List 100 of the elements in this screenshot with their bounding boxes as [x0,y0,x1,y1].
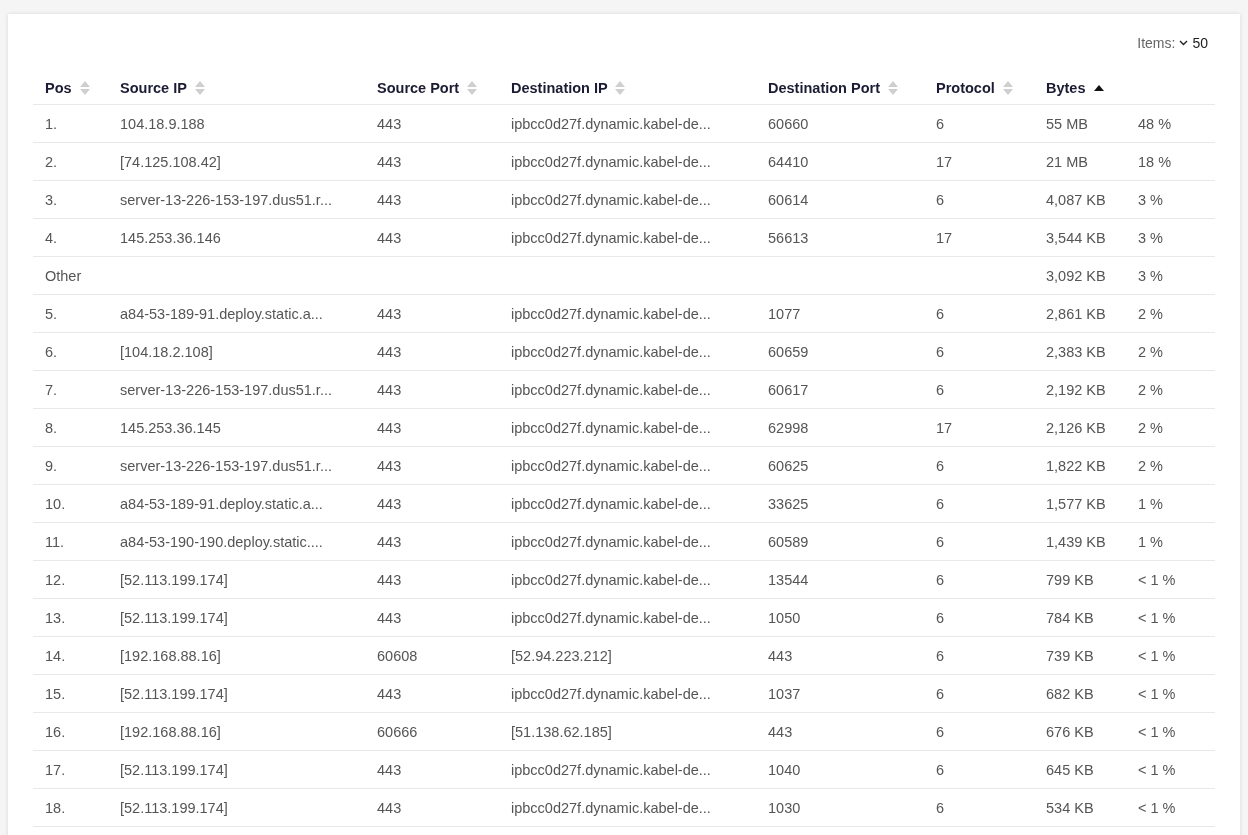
destination-port-cell: 56613 [756,218,924,257]
bytes-cell: 682 KB [1034,674,1126,713]
source-port-cell: 443 [365,104,499,143]
protocol-cell: 6 [924,446,1034,485]
column-header[interactable]: Protocol [924,72,1034,105]
position-cell: 9. [33,446,108,485]
source-ip-cell: a84-53-189-91.deploy.static.a... [108,484,365,523]
source-port-cell: 443 [365,218,499,257]
protocol-cell: 17 [924,142,1034,181]
source-port-cell: 443 [365,370,499,409]
column-header[interactable]: Source Port [365,72,499,105]
destination-ip-cell: ipbcc0d27f.dynamic.kabel-de... [499,218,756,257]
source-port-cell: 443 [365,598,499,637]
destination-ip-cell: ipbcc0d27f.dynamic.kabel-de... [499,142,756,181]
source-port-cell: 60666 [365,712,499,751]
position-cell: 10. [33,484,108,523]
bytes-cell: 1,577 KB [1034,484,1126,523]
column-header[interactable]: Pos [33,72,108,105]
bytes-cell: 1,822 KB [1034,446,1126,485]
destination-port-cell: 60660 [756,104,924,143]
position-cell: 16. [33,712,108,751]
protocol-cell: 6 [924,712,1034,751]
source-ip-cell: [192.168.88.16] [108,636,365,675]
share-cell: < 1 % [1126,750,1215,789]
source-ip-cell: a84-53-189-91.deploy.static.a... [108,294,365,333]
items-dropdown[interactable]: 50 [1179,35,1208,51]
protocol-cell: 6 [924,332,1034,371]
column-header[interactable]: Destination Port [756,72,924,105]
source-port-cell: 443 [365,522,499,561]
destination-port-cell: 33625 [756,484,924,523]
source-port-cell: 443 [365,788,499,827]
protocol-cell: 6 [924,370,1034,409]
protocol-cell: 6 [924,636,1034,675]
destination-port-cell: 60659 [756,332,924,371]
destination-ip-cell: ipbcc0d27f.dynamic.kabel-de... [499,674,756,713]
items-label: Items: [1137,35,1176,51]
destination-port-cell: 1050 [756,598,924,637]
source-port-cell: 443 [365,408,499,447]
share-cell: 2 % [1126,408,1215,447]
share-cell: 2 % [1126,332,1215,371]
destination-port-cell: 60614 [756,180,924,219]
destination-ip-cell: ipbcc0d27f.dynamic.kabel-de... [499,484,756,523]
source-ip-cell: [52.113.199.174] [108,598,365,637]
share-cell: 18 % [1126,142,1215,181]
share-cell: < 1 % [1126,712,1215,751]
share-cell: 2 % [1126,370,1215,409]
protocol-cell: 17 [924,408,1034,447]
bytes-cell: 3,092 KB [1034,256,1126,295]
position-cell: 15. [33,674,108,713]
column-header[interactable]: Destination IP [499,72,756,105]
destination-port-cell: 60589 [756,522,924,561]
protocol-cell: 6 [924,598,1034,637]
destination-ip-cell: ipbcc0d27f.dynamic.kabel-de... [499,332,756,371]
bytes-cell: 3,544 KB [1034,218,1126,257]
destination-ip-cell: [51.138.62.185] [499,712,756,751]
position-cell: 13. [33,598,108,637]
position-cell: 14. [33,636,108,675]
destination-port-cell: 443 [756,636,924,675]
position-cell: 11. [33,522,108,561]
destination-port-cell: 1030 [756,788,924,827]
bytes-cell: 2,383 KB [1034,332,1126,371]
destination-ip-cell: ipbcc0d27f.dynamic.kabel-de... [499,788,756,827]
bytes-cell: 534 KB [1034,788,1126,827]
bytes-cell: 676 KB [1034,712,1126,751]
destination-port-cell: 60617 [756,370,924,409]
column-header[interactable]: Source IP [108,72,365,105]
position-cell: 5. [33,294,108,333]
bytes-cell: 4,087 KB [1034,180,1126,219]
source-ip-cell: 145.253.36.145 [108,408,365,447]
protocol-cell: 17 [924,218,1034,257]
bytes-cell: 1,439 KB [1034,522,1126,561]
position-cell: 4. [33,218,108,257]
destination-port-cell: 443 [756,712,924,751]
position-cell: 6. [33,332,108,371]
destination-ip-cell: ipbcc0d27f.dynamic.kabel-de... [499,294,756,333]
share-cell: < 1 % [1126,598,1215,637]
share-cell: 3 % [1126,180,1215,219]
destination-port-cell: 62998 [756,408,924,447]
position-cell: 12. [33,560,108,599]
share-cell: 2 % [1126,294,1215,333]
source-ip-cell: [52.113.199.174] [108,560,365,599]
source-port-cell: 443 [365,484,499,523]
share-cell: 1 % [1126,484,1215,523]
source-ip-cell: [52.113.199.174] [108,750,365,789]
protocol-cell: 6 [924,560,1034,599]
share-cell: < 1 % [1126,674,1215,713]
bytes-cell: 2,861 KB [1034,294,1126,333]
share-cell: 1 % [1126,522,1215,561]
source-port-cell: 443 [365,180,499,219]
source-port-cell: 443 [365,560,499,599]
share-cell: < 1 % [1126,636,1215,675]
bytes-cell: 2,126 KB [1034,408,1126,447]
source-ip-cell: a84-53-190-190.deploy.static.... [108,522,365,561]
destination-ip-cell: ipbcc0d27f.dynamic.kabel-de... [499,598,756,637]
protocol-cell: 6 [924,180,1034,219]
column-header[interactable]: Bytes [1034,72,1126,105]
position-cell: 7. [33,370,108,409]
bytes-cell: 784 KB [1034,598,1126,637]
source-ip-cell: [192.168.88.16] [108,712,365,751]
position-cell: 2. [33,142,108,181]
